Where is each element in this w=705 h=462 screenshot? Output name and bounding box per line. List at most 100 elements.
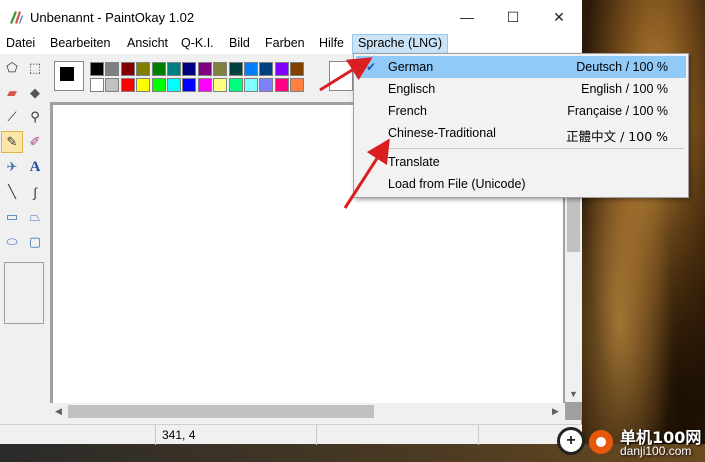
airbrush-tool[interactable]: ✈	[1, 156, 23, 178]
palette-swatch[interactable]	[259, 78, 274, 92]
palette-swatch[interactable]	[290, 62, 305, 76]
palette-swatch[interactable]	[244, 78, 258, 92]
scroll-left-icon[interactable]: ◀	[55, 406, 62, 417]
rounded-rect-tool[interactable]: ▢	[24, 231, 46, 253]
window-title: Unbenannt - PaintOkay 1.02	[30, 10, 195, 25]
watermark-logo-icon: +	[557, 427, 585, 455]
brush-icon: ✐	[29, 134, 41, 149]
rect-select-tool[interactable]: ⬚	[24, 57, 46, 79]
rectangle-tool[interactable]: ▭	[1, 206, 23, 228]
language-item-french[interactable]: French Française / 100 %	[356, 100, 686, 122]
scroll-down-icon[interactable]: ▼	[569, 389, 578, 399]
foreground-color[interactable]	[60, 67, 74, 81]
palette-swatch[interactable]	[259, 62, 274, 76]
language-label: Chinese-Traditional	[388, 126, 496, 140]
palette-swatch[interactable]	[182, 62, 197, 76]
polygon-icon: ⏢	[29, 209, 41, 224]
action-label: Translate	[388, 155, 440, 169]
palette-swatch[interactable]	[274, 78, 289, 92]
palette-swatch[interactable]	[182, 78, 197, 92]
menu-bild[interactable]: Bild	[224, 34, 255, 54]
fill-bucket-icon: ◆	[30, 85, 40, 100]
palette-swatch[interactable]	[213, 78, 228, 92]
magnifier-icon: ⚲	[30, 109, 40, 124]
palette-swatch[interactable]	[197, 78, 212, 92]
scroll-right-icon[interactable]: ▶	[552, 406, 559, 417]
pencil-tool[interactable]: ✎	[1, 131, 23, 153]
extra-color-box[interactable]	[329, 61, 353, 91]
close-icon: ✕	[553, 8, 565, 25]
menu-hilfe[interactable]: Hilfe	[314, 34, 349, 54]
magnifier-tool[interactable]: ⚲	[24, 106, 46, 128]
palette-swatch[interactable]	[228, 62, 243, 76]
language-item-german[interactable]: ✔ German Deutsch / 100 %	[356, 56, 686, 78]
ellipse-tool[interactable]: ⬭	[1, 231, 23, 253]
title-bar[interactable]: Unbenannt - PaintOkay 1.02 — ☐ ✕	[0, 0, 582, 34]
checkmark-icon: ✔	[365, 60, 377, 74]
fill-bucket-tool[interactable]: ◆	[24, 82, 46, 104]
palette-swatch[interactable]	[120, 78, 135, 92]
language-label: Englisch	[388, 82, 436, 96]
text-tool[interactable]: A	[24, 156, 46, 178]
language-label: German	[388, 60, 434, 74]
brush-tool[interactable]: ✐	[24, 131, 46, 153]
ellipse-icon: ⬭	[6, 234, 18, 249]
menu-farben[interactable]: Farben	[260, 34, 310, 54]
palette-swatch[interactable]	[167, 62, 181, 76]
palette-swatch[interactable]	[90, 62, 104, 76]
palette-swatch[interactable]	[244, 62, 258, 76]
palette-swatch[interactable]	[213, 62, 228, 76]
line-tool[interactable]: ╲	[1, 181, 23, 203]
palette-swatch[interactable]	[228, 78, 243, 92]
palette-swatch[interactable]	[151, 62, 166, 76]
language-native: English / 100 %	[581, 82, 668, 96]
tool-options-panel[interactable]	[4, 262, 44, 324]
palette-swatch[interactable]	[136, 78, 151, 92]
rounded-rect-icon: ▢	[28, 234, 42, 249]
eraser-icon: ▰	[7, 85, 17, 100]
eraser-tool[interactable]: ▰	[1, 82, 23, 104]
polygon-tool[interactable]: ⏢	[24, 206, 46, 228]
maximize-button[interactable]: ☐	[490, 0, 536, 34]
horizontal-scroll-thumb[interactable]	[68, 405, 374, 418]
text-icon: A	[29, 158, 41, 175]
translate-menu-item[interactable]: Translate	[356, 151, 686, 173]
palette-swatch[interactable]	[290, 78, 305, 92]
language-label: French	[388, 104, 427, 118]
cursor-coordinates: 341, 4	[162, 428, 196, 442]
menu-sprache[interactable]: Sprache (LNG)	[352, 34, 449, 54]
color-picker-tool[interactable]: ⟋	[1, 106, 23, 128]
close-button[interactable]: ✕	[536, 0, 582, 34]
language-item-englisch[interactable]: Englisch English / 100 %	[356, 78, 686, 100]
palette-swatch[interactable]	[274, 62, 289, 76]
action-label: Load from File (Unicode)	[388, 177, 526, 191]
free-select-tool[interactable]: ⬠	[1, 57, 23, 79]
palette-swatch[interactable]	[151, 78, 166, 92]
line-icon: ╲	[8, 184, 16, 199]
palette-swatch[interactable]	[167, 78, 181, 92]
palette-swatch[interactable]	[90, 78, 104, 92]
horizontal-scrollbar[interactable]: ◀ ▶	[50, 403, 565, 420]
airbrush-icon: ✈	[6, 159, 18, 174]
palette-swatch[interactable]	[105, 62, 120, 76]
palette-swatch[interactable]	[136, 62, 151, 76]
palette-swatch[interactable]	[105, 78, 120, 92]
palette-swatch[interactable]	[120, 62, 135, 76]
palette-swatch[interactable]	[197, 62, 212, 76]
menu-datei[interactable]: Datei	[1, 34, 40, 54]
load-from-file-menu-item[interactable]: Load from File (Unicode)	[356, 173, 686, 195]
status-divider	[316, 425, 317, 445]
menu-qki[interactable]: Q-K.I.	[176, 34, 219, 54]
fg-bg-color-box[interactable]	[54, 61, 84, 91]
watermark-url: danji100.com	[620, 444, 692, 458]
language-native: 正體中文 / 100 %	[566, 129, 668, 144]
curve-tool[interactable]: ∫	[24, 181, 46, 203]
language-item-chinese-traditional[interactable]: Chinese-Traditional 正體中文 / 100 %	[356, 122, 686, 144]
menu-bar: Datei Bearbeiten Ansicht Q-K.I. Bild Far…	[0, 34, 582, 54]
status-bar: 341, 4	[0, 424, 582, 445]
menu-ansicht[interactable]: Ansicht	[122, 34, 173, 54]
status-divider	[478, 425, 479, 445]
menu-bearbeiten[interactable]: Bearbeiten	[45, 34, 115, 54]
minimize-button[interactable]: —	[444, 0, 490, 34]
language-native: Française / 100 %	[567, 104, 668, 118]
